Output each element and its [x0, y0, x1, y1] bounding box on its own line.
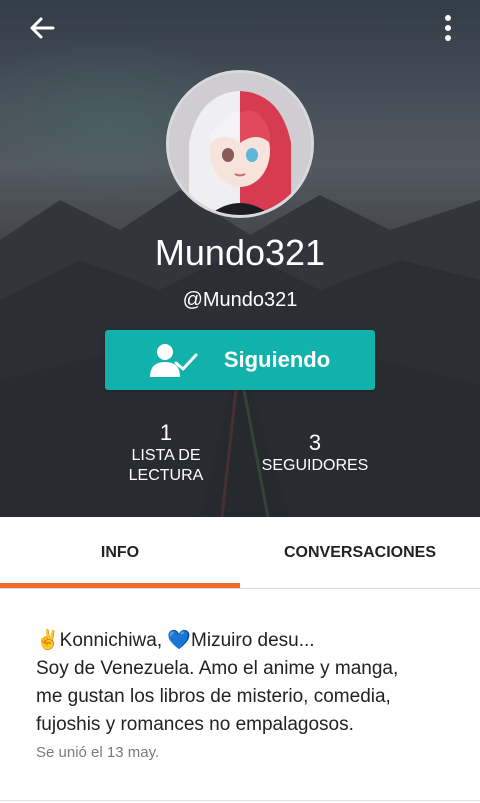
profile-tabs: INFO CONVERSACIONES — [0, 517, 480, 589]
profile-handle: @Mundo321 — [182, 289, 298, 311]
divider — [0, 800, 480, 801]
following-button[interactable]: Siguiendo — [105, 330, 375, 390]
reading-list-label-line2: LECTURA — [128, 467, 204, 484]
more-vertical-icon — [445, 15, 451, 41]
bio-line: Soy de Venezuela. Amo el anime y manga, — [36, 658, 399, 679]
reading-list-count: 1 — [159, 420, 173, 445]
back-button[interactable] — [24, 10, 60, 46]
profile-username: Mundo321 — [154, 232, 326, 273]
tab-conversations[interactable]: CONVERSACIONES — [240, 517, 480, 588]
following-button-label: Siguiendo — [223, 347, 331, 372]
avatar[interactable] — [166, 70, 314, 218]
followers-count: 3 — [308, 430, 322, 455]
active-tab-indicator — [0, 583, 240, 588]
bio-line: fujoshis y romances no empalagosos. — [36, 714, 354, 735]
user-check-icon — [149, 344, 198, 377]
avatar-illustration — [169, 73, 311, 215]
tab-info-label: INFO — [100, 543, 140, 561]
bio-line: ✌️Konnichiwa, 💙Mizuiro desu... — [36, 630, 315, 651]
joined-date: Se unió el 13 may. — [36, 744, 160, 761]
reading-list-stat[interactable]: 1 LISTA DE LECTURA — [110, 420, 222, 486]
profile-bio: ✌️Konnichiwa, 💙Mizuiro desu... Soy de Ve… — [36, 627, 456, 739]
profile-header: Mundo321 @Mundo321 Siguiendo 1 LISTA DE … — [0, 0, 480, 517]
bio-line: me gustan los libros de misterio, comedi… — [36, 686, 391, 707]
reading-list-label-line1: LISTA DE — [131, 447, 201, 464]
followers-label: SEGUIDORES — [261, 457, 369, 474]
followers-stat[interactable]: 3 SEGUIDORES — [252, 430, 378, 476]
more-options-button[interactable] — [438, 10, 458, 46]
tab-info[interactable]: INFO — [0, 517, 240, 588]
tab-conversations-label: CONVERSACIONES — [283, 543, 437, 561]
arrow-back-icon — [30, 17, 55, 39]
